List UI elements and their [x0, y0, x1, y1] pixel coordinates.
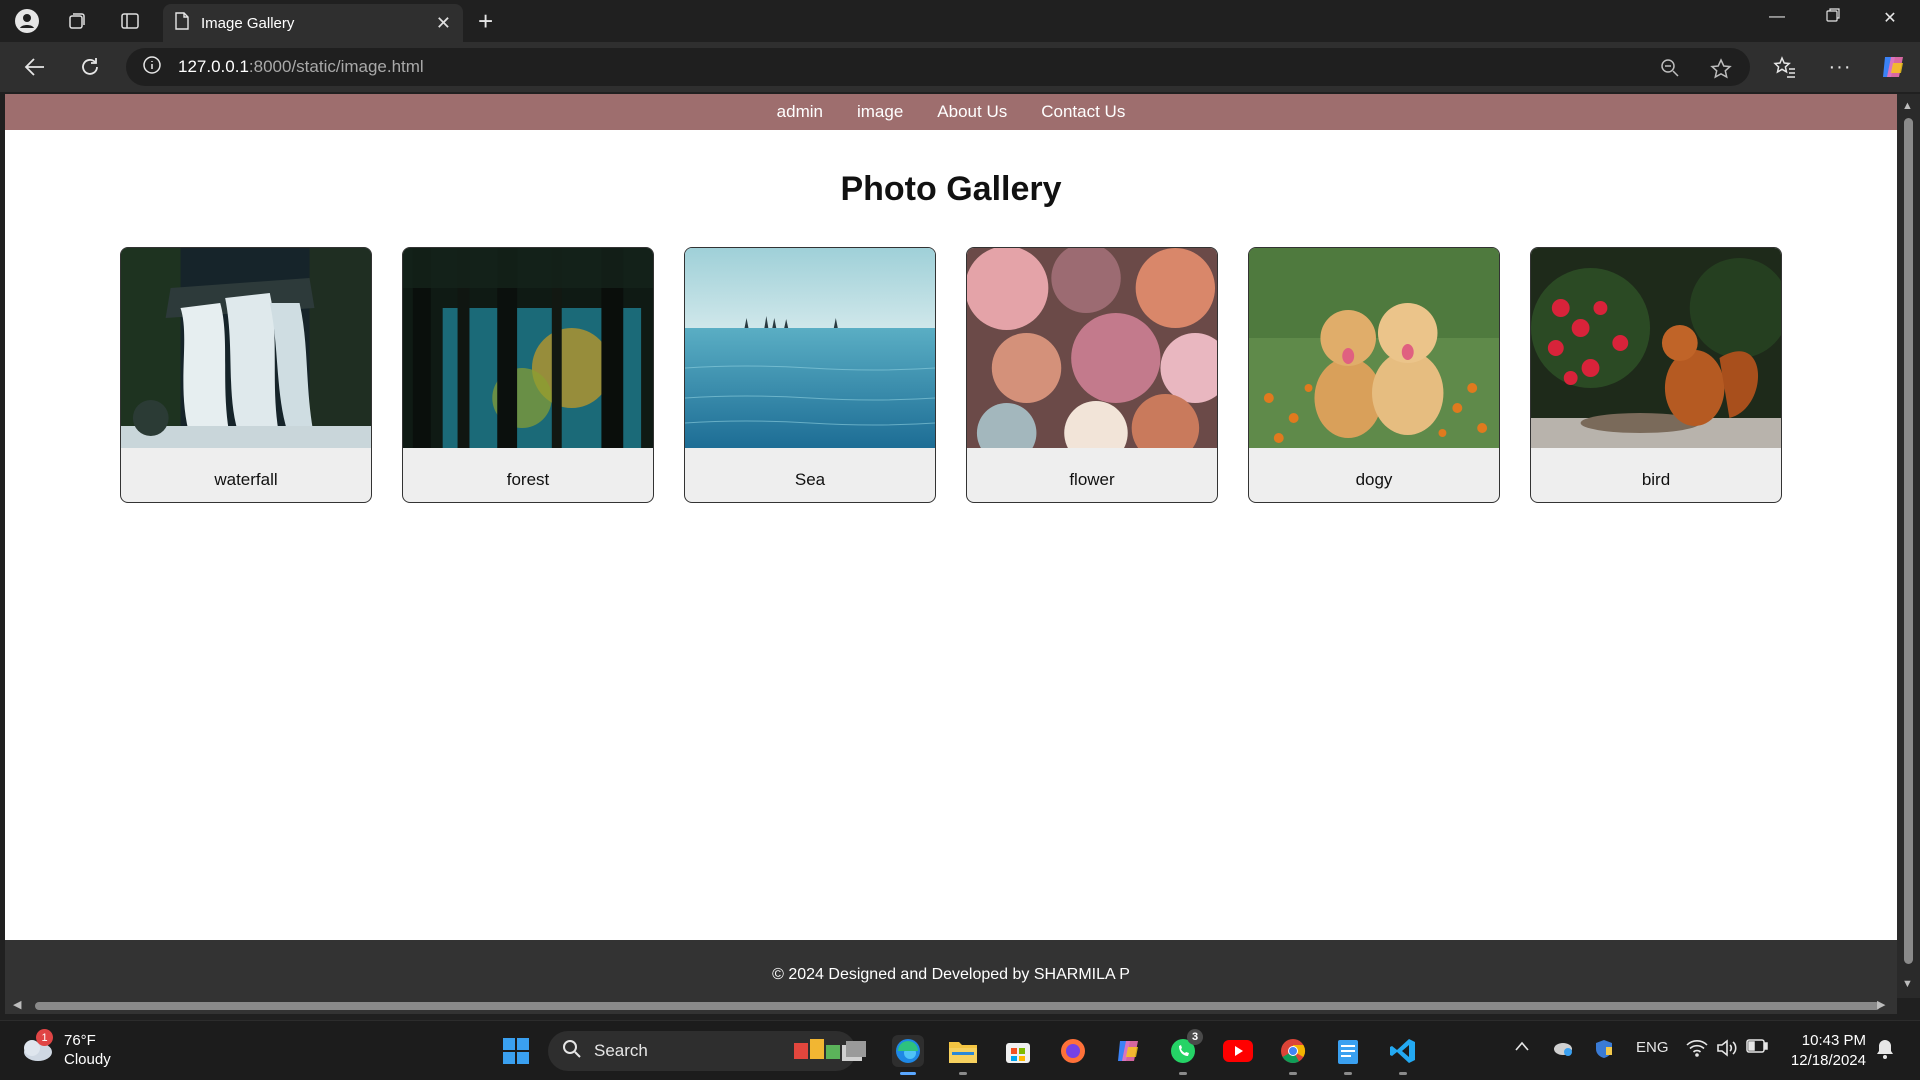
address-bar[interactable]: 127.0.0.1:8000/static/image.html	[126, 48, 1750, 86]
gallery-card-bird[interactable]: bird	[1530, 247, 1782, 503]
windows-taskbar: 1 76°F Cloudy Search 3 ENG 10:43 PM 12/1…	[0, 1020, 1920, 1080]
youtube-icon[interactable]	[1222, 1035, 1254, 1067]
firefox-icon[interactable]	[1057, 1035, 1089, 1067]
flower-photo	[967, 248, 1217, 465]
restore-icon[interactable]	[1813, 8, 1853, 27]
show-hidden-icons-icon[interactable]	[1514, 1039, 1530, 1056]
profile-icon[interactable]	[14, 8, 40, 34]
scroll-up-icon[interactable]: ▲	[1902, 100, 1913, 112]
vertical-tabs-icon[interactable]	[117, 8, 143, 34]
search-icon	[562, 1039, 582, 1064]
dogy-photo	[1249, 248, 1499, 448]
site-info-icon[interactable]	[142, 55, 162, 80]
active-tab[interactable]: Image Gallery ✕	[163, 4, 463, 42]
running-indicator	[1289, 1072, 1297, 1075]
site-navbar: admin image About Us Contact Us	[5, 94, 1897, 130]
running-indicator	[1399, 1072, 1407, 1075]
sea-photo	[685, 248, 935, 448]
clock-time: 10:43 PM	[1801, 1032, 1866, 1049]
browser-tab-bar: Image Gallery ✕ + — ✕	[0, 0, 1920, 42]
nav-link-contact[interactable]: Contact Us	[1041, 102, 1125, 122]
favorites-icon[interactable]	[1770, 53, 1800, 81]
gallery-grid: waterfall forest Sea flower dogy bird	[120, 247, 1782, 503]
tab-title: Image Gallery	[201, 14, 295, 32]
more-icon[interactable]: ···	[1825, 53, 1855, 81]
gallery-card-forest[interactable]: forest	[402, 247, 654, 503]
zoom-icon[interactable]	[1660, 58, 1680, 83]
waterfall-photo	[121, 248, 371, 448]
task-view-icon[interactable]	[838, 1035, 870, 1067]
gallery-card-flower[interactable]: flower	[966, 247, 1218, 503]
gallery-caption: waterfall	[214, 470, 278, 489]
weather-desc: Cloudy	[64, 1051, 111, 1068]
search-label: Search	[594, 1041, 648, 1060]
file-explorer-icon[interactable]	[947, 1035, 979, 1075]
scroll-left-icon[interactable]: ◀	[13, 998, 21, 1011]
page-title: Photo Gallery	[840, 170, 1062, 208]
page-icon	[175, 12, 189, 34]
gallery-caption: forest	[506, 470, 550, 489]
copilot-taskbar-icon[interactable]	[1112, 1035, 1144, 1067]
bird-photo	[1531, 248, 1781, 448]
back-icon[interactable]	[20, 53, 50, 81]
gallery-caption: flower	[1069, 470, 1115, 489]
minimize-icon[interactable]: —	[1757, 8, 1797, 26]
edge-taskbar-icon[interactable]	[892, 1035, 924, 1075]
nav-link-image[interactable]: image	[857, 102, 903, 122]
taskbar-search[interactable]: Search	[548, 1031, 856, 1071]
horizontal-scroll-thumb[interactable]	[35, 1002, 1880, 1010]
gallery-caption: bird	[1641, 470, 1671, 489]
notepad-icon[interactable]	[1332, 1035, 1364, 1075]
horizontal-scrollbar[interactable]: ◀ ▶	[5, 998, 1897, 1014]
close-window-icon[interactable]: ✕	[1870, 8, 1910, 28]
scroll-right-icon[interactable]: ▶	[1877, 998, 1885, 1011]
system-clock[interactable]: 10:43 PM 12/18/2024	[1784, 1031, 1866, 1071]
windows-start-icon[interactable]	[500, 1035, 532, 1067]
chrome-icon[interactable]	[1277, 1035, 1309, 1075]
favorite-star-icon[interactable]	[1710, 58, 1732, 85]
notification-bell-icon[interactable]	[1876, 1039, 1894, 1063]
weather-badge: 1	[36, 1029, 53, 1046]
scroll-down-icon[interactable]: ▼	[1902, 978, 1913, 990]
vertical-scroll-thumb[interactable]	[1904, 118, 1913, 964]
clock-date: 12/18/2024	[1790, 1052, 1866, 1069]
active-indicator	[900, 1072, 916, 1075]
url-text: 127.0.0.1:8000/static/image.html	[178, 57, 424, 76]
gallery-card-waterfall[interactable]: waterfall	[120, 247, 372, 503]
microsoft-store-icon[interactable]	[1002, 1035, 1034, 1067]
workspaces-icon[interactable]	[64, 8, 90, 34]
nav-link-admin[interactable]: admin	[777, 102, 823, 122]
running-indicator	[1344, 1072, 1352, 1075]
vertical-scrollbar[interactable]: ▲ ▼	[1897, 94, 1920, 998]
battery-icon[interactable]	[1746, 1039, 1768, 1057]
close-tab-icon[interactable]: ✕	[436, 13, 451, 34]
new-tab-icon[interactable]: +	[478, 6, 493, 37]
nav-link-about[interactable]: About Us	[937, 102, 1007, 122]
language-indicator[interactable]: ENG	[1636, 1039, 1669, 1056]
running-indicator	[959, 1072, 967, 1075]
onedrive-icon[interactable]	[1552, 1039, 1574, 1061]
running-indicator	[1179, 1072, 1187, 1075]
site-footer: © 2024 Designed and Developed by SHARMIL…	[5, 940, 1897, 998]
gallery-card-dogy[interactable]: dogy	[1248, 247, 1500, 503]
weather-temp: 76°F	[64, 1032, 96, 1049]
footer-text: © 2024 Designed and Developed by SHARMIL…	[772, 966, 1130, 983]
whatsapp-badge: 3	[1187, 1029, 1203, 1045]
refresh-icon[interactable]	[75, 53, 105, 81]
address-toolbar: 127.0.0.1:8000/static/image.html ···	[0, 42, 1920, 92]
gallery-caption: Sea	[794, 470, 826, 489]
wifi-icon[interactable]	[1686, 1039, 1708, 1061]
page-viewport: admin image About Us Contact Us Photo Ga…	[5, 94, 1897, 998]
forest-photo	[403, 248, 653, 448]
gallery-card-sea[interactable]: Sea	[684, 247, 936, 503]
weather-widget[interactable]: 1 76°F Cloudy	[20, 1029, 111, 1069]
volume-icon[interactable]	[1716, 1039, 1738, 1061]
vscode-icon[interactable]	[1387, 1035, 1419, 1075]
copilot-icon[interactable]	[1878, 53, 1908, 81]
whatsapp-icon[interactable]: 3	[1167, 1029, 1203, 1075]
security-shield-icon[interactable]	[1594, 1039, 1614, 1063]
gallery-caption: dogy	[1355, 470, 1393, 489]
